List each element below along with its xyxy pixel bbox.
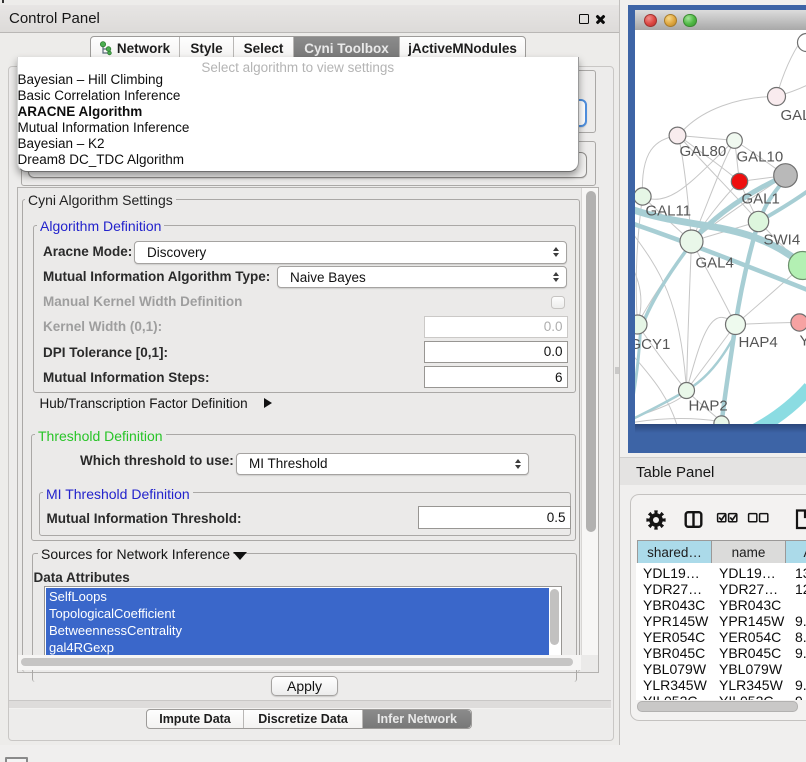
svg-text:GCY1: GCY1	[635, 336, 670, 353]
svg-text:GAL4: GAL4	[695, 254, 733, 271]
svg-text:GAL10: GAL10	[736, 148, 783, 165]
svg-text:HAP2: HAP2	[688, 397, 727, 414]
svg-text:GAL1: GAL1	[741, 190, 779, 207]
svg-text:GAL80: GAL80	[679, 143, 726, 160]
svg-text:GAL: GAL	[780, 107, 806, 124]
svg-text:Y: Y	[799, 332, 806, 349]
svg-text:SWI4: SWI4	[763, 231, 800, 248]
svg-text:GAL11: GAL11	[645, 202, 691, 219]
svg-text:HAP4: HAP4	[738, 334, 777, 351]
